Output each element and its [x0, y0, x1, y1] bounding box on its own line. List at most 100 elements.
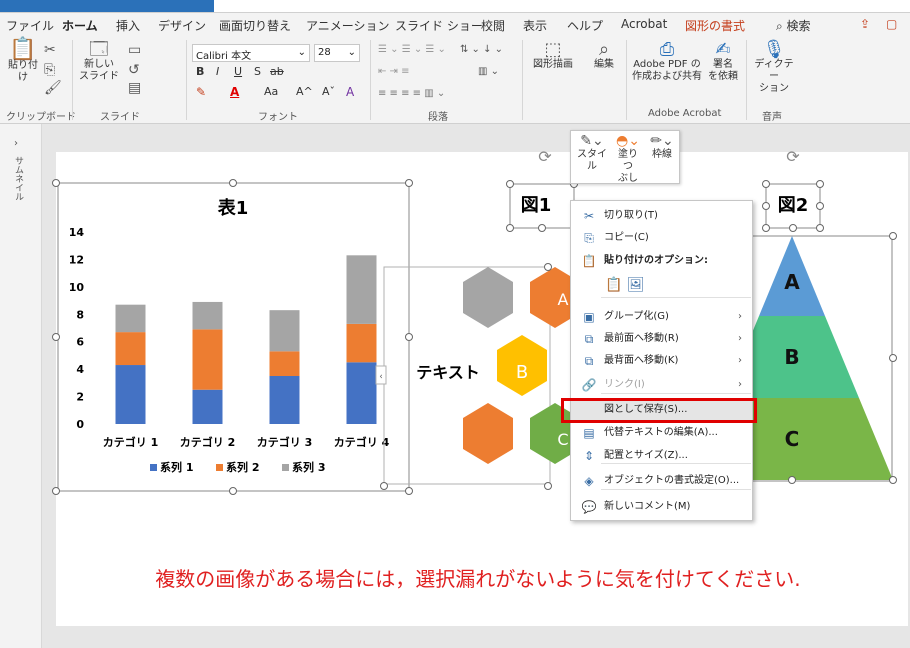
menu-separator: [601, 297, 751, 298]
context-menu: ✂ 切り取り(T) ⎘ コピー(C) 📋 貼り付けのオプション: ▣ グループ化(G) › ⧉ 最前…: [561, 200, 757, 521]
y-tick-label: 14: [69, 226, 85, 239]
slide-caption: 複数の画像がある場合には，選択漏れがないように気を付けてください.: [155, 567, 800, 591]
chevron-left-icon: ‹: [379, 372, 383, 382]
rotate-handle-icon[interactable]: ⟳: [538, 147, 552, 166]
resize-handle[interactable]: [52, 179, 60, 187]
resize-handle[interactable]: [405, 333, 413, 341]
bar-系列1-4[interactable]: [346, 362, 377, 424]
menu-item-label: 最背面へ移動(K): [604, 355, 679, 366]
y-tick-label: 4: [76, 363, 84, 376]
resize-handle[interactable]: [544, 263, 552, 271]
bar-系列2-4[interactable]: [346, 323, 377, 363]
resize-handle[interactable]: [544, 482, 552, 490]
resize-handle[interactable]: [889, 476, 897, 484]
hexagon-gray[interactable]: [463, 267, 513, 328]
resize-handle[interactable]: [380, 482, 388, 490]
paste-options-row[interactable]: 📋 🖼: [605, 277, 645, 293]
resize-handle[interactable]: [762, 202, 770, 210]
x-tick-label: カテゴリ 3: [257, 435, 312, 449]
chart-legend: 系列 1 系列 2 系列 3: [150, 460, 325, 474]
menu-item-group[interactable]: ▣ グループ化(G) ›: [571, 307, 752, 327]
scissors-icon: ✂: [583, 209, 595, 223]
menu-item-label: 新しいコメント(M): [604, 501, 691, 512]
resize-handle[interactable]: [816, 180, 824, 188]
bar-系列1-2[interactable]: [192, 389, 223, 424]
menu-item-label: オブジェクトの書式設定(O)...: [604, 475, 740, 486]
resize-handle[interactable]: [405, 487, 413, 495]
resize-handle[interactable]: [506, 224, 514, 232]
paste-keep-format-icon[interactable]: 📋: [605, 277, 622, 293]
resize-handle[interactable]: [506, 180, 514, 188]
menu-item-label: リンク(I): [604, 379, 645, 390]
fill-label-1: 塗りつ: [618, 149, 638, 172]
paint-bucket-icon: ◓⌄: [616, 133, 640, 149]
menu-item-send-back[interactable]: ⧉ 最背面へ移動(K) ›: [571, 351, 752, 371]
link-icon: 🔗: [581, 378, 597, 392]
resize-handle[interactable]: [538, 224, 546, 232]
menu-item-paste-options: 📋 貼り付けのオプション:: [571, 251, 752, 271]
resize-handle[interactable]: [762, 180, 770, 188]
outline-button[interactable]: ✏⌄ 枠線: [647, 134, 677, 161]
format-object-icon: ◈: [584, 474, 594, 488]
pyramid-a-label: A: [784, 270, 800, 294]
resize-handle[interactable]: [816, 202, 824, 210]
hexagon-orange[interactable]: [463, 403, 513, 464]
bar-系列3-2[interactable]: [192, 301, 223, 330]
bar-系列1-1[interactable]: [115, 365, 146, 424]
style-button[interactable]: ✎⌄ スタイル: [575, 134, 609, 173]
menu-separator: [601, 393, 751, 394]
chart-plot[interactable]: 0 2 4 6 8 10 12 14 カテゴリ 1 カテゴリ 2 カテゴリ 3 カテゴリ 4: [69, 226, 390, 449]
y-tick-label: 8: [76, 308, 84, 321]
y-tick-label: 2: [76, 391, 84, 404]
bar-系列3-1[interactable]: [115, 304, 146, 333]
menu-item-label: コピー(C): [604, 232, 649, 243]
menu-item-label: 切り取り(T): [604, 210, 658, 221]
resize-handle[interactable]: [762, 224, 770, 232]
menu-item-scissors[interactable]: ✂ 切り取り(T): [571, 206, 752, 226]
bar-系列2-3[interactable]: [269, 351, 300, 376]
highlight-box: [561, 398, 757, 423]
y-tick-label: 6: [76, 336, 84, 349]
size-position-icon: ⇕: [583, 449, 595, 463]
menu-item-link[interactable]: 🔗 リンク(I) ›: [571, 375, 752, 395]
legend-swatch: [150, 464, 157, 471]
bar-系列3-3[interactable]: [269, 310, 300, 352]
smartart-text-label: テキスト: [416, 363, 480, 382]
rotate-handle-icon[interactable]: ⟳: [786, 147, 800, 166]
bring-front-icon: ⧉: [584, 332, 594, 346]
legend-label: 系列 1: [160, 460, 193, 474]
fig1-label: 図1: [521, 195, 552, 216]
resize-handle[interactable]: [229, 179, 237, 187]
resize-handle[interactable]: [889, 354, 897, 362]
resize-handle[interactable]: [788, 476, 796, 484]
x-tick-label: カテゴリ 4: [334, 435, 390, 449]
resize-handle[interactable]: [52, 487, 60, 495]
style-label: スタイル: [577, 149, 607, 172]
menu-item-format-object[interactable]: ◈ オブジェクトの書式設定(O)...: [571, 471, 752, 491]
bar-系列2-1[interactable]: [115, 332, 146, 366]
fill-button[interactable]: ◓⌄ 塗りつ ぶし: [613, 133, 643, 185]
resize-handle[interactable]: [889, 232, 897, 240]
chevron-right-icon: ›: [738, 311, 742, 322]
bar-系列2-2[interactable]: [192, 329, 223, 390]
chevron-right-icon: ›: [738, 333, 742, 344]
paste-picture-icon[interactable]: 🖼: [627, 277, 645, 293]
menu-item-alt-text[interactable]: ▤ 代替テキストの編集(A)...: [571, 423, 752, 443]
menu-item-copy[interactable]: ⎘ コピー(C): [571, 228, 752, 248]
outline-label: 枠線: [652, 149, 672, 160]
send-back-icon: ⧉: [584, 354, 594, 368]
bar-系列1-3[interactable]: [269, 376, 300, 424]
resize-handle[interactable]: [52, 333, 60, 341]
chevron-right-icon: ›: [738, 355, 742, 366]
legend-label: 系列 3: [292, 460, 325, 474]
resize-handle[interactable]: [816, 224, 824, 232]
resize-handle[interactable]: [405, 179, 413, 187]
hexagon-b-label: B: [516, 362, 528, 383]
resize-handle[interactable]: [789, 224, 797, 232]
resize-handle[interactable]: [229, 487, 237, 495]
menu-item-label: グループ化(G): [604, 311, 669, 322]
paste-options-icon: 📋: [581, 254, 597, 268]
bar-系列3-4[interactable]: [346, 255, 377, 324]
menu-item-bring-front[interactable]: ⧉ 最前面へ移動(R) ›: [571, 329, 752, 349]
menu-item-new-comment[interactable]: 💬 新しいコメント(M): [571, 497, 752, 517]
